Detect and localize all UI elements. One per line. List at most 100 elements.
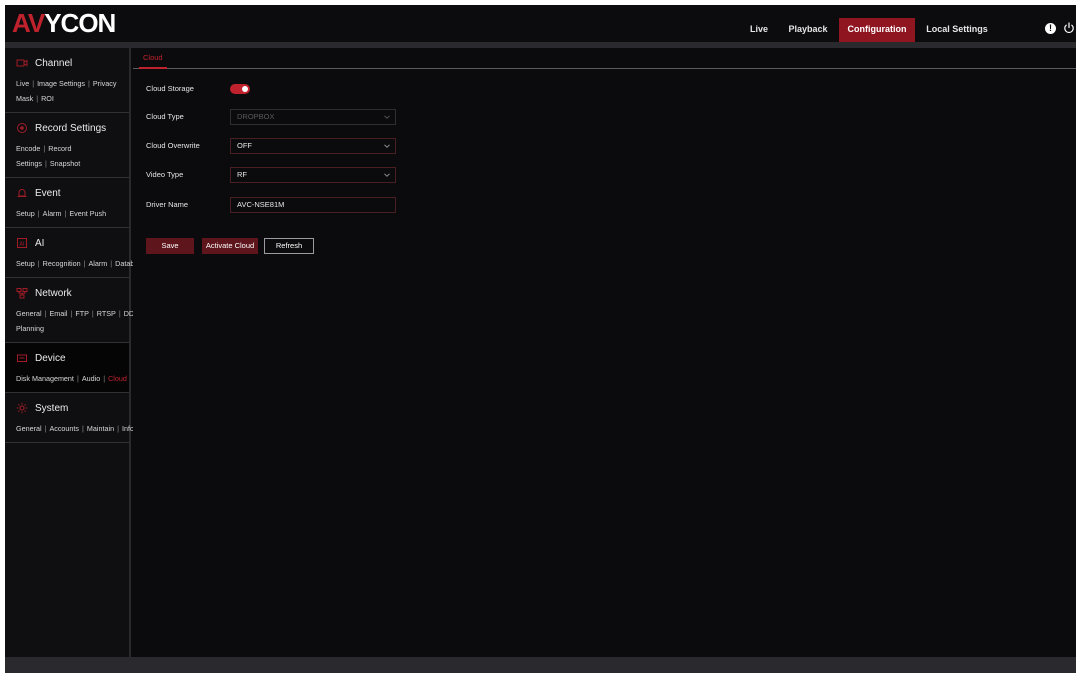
refresh-button[interactable]: Refresh [264, 238, 314, 254]
sidebar-link[interactable]: Alarm [89, 259, 108, 268]
sidebar-link[interactable]: Encode [16, 144, 40, 153]
sidebar-section-channel: Channel Live | Image Settings | Privacy Mask |… [5, 48, 129, 113]
network-icon [16, 288, 28, 299]
link-separator: | [88, 79, 90, 88]
sidebar-link[interactable]: Accounts [49, 424, 79, 433]
link-separator: | [103, 374, 106, 383]
link-separator: | [82, 424, 84, 433]
link-separator: | [44, 424, 47, 433]
cloud-type-value: DROPBOX [237, 112, 275, 121]
sidebar-section-header[interactable]: Record Settings [16, 119, 129, 137]
sidebar-section-links: Live | Image Settings | Privacy Mask | ROI [16, 76, 130, 106]
cloud-overwrite-select[interactable]: OFF [230, 138, 396, 154]
sidebar-link[interactable]: General [16, 424, 42, 433]
sidebar-section-links: Encode | Record Settings | Snapshot [16, 141, 130, 171]
link-separator: | [37, 259, 40, 268]
sidebar-link[interactable]: Snapshot [50, 159, 80, 168]
chevron-down-icon [384, 115, 390, 119]
sidebar-link[interactable]: Audio [82, 374, 100, 383]
link-separator: | [70, 309, 73, 318]
video-type-label: Video Type [146, 170, 184, 179]
link-separator: | [43, 144, 46, 153]
nav-live[interactable]: Live [739, 18, 779, 42]
sidebar-section-network: Network General|Email|FTP|RTSP|DDNS|HTTPS… [5, 278, 190, 343]
sidebar-link[interactable]: Alarm [43, 209, 62, 218]
driver-name-label: Driver Name [146, 200, 189, 209]
link-separator: | [32, 79, 35, 88]
sidebar-link[interactable]: Setup [16, 259, 35, 268]
sidebar-link[interactable]: Email [49, 309, 67, 318]
sidebar-section-title: System [35, 402, 69, 414]
record-icon [17, 123, 27, 133]
sidebar: Channel Live | Image Settings | Privacy Mask |… [5, 48, 190, 657]
camera-icon [16, 59, 28, 67]
cloud-storage-toggle[interactable] [230, 84, 250, 94]
main-panel: Cloud Cloud Storage Cloud Type DROPBOX C… [133, 48, 1076, 657]
driver-name-value: AVC-NSE81M [237, 200, 285, 209]
link-separator: | [76, 374, 79, 383]
video-type-row: Video Type RF [146, 167, 546, 183]
sidebar-section-device: Device Disk Management | Audio | Cloud [5, 343, 129, 393]
nav-playback[interactable]: Playback [783, 18, 833, 42]
activate-cloud-button[interactable]: Activate Cloud [202, 238, 258, 254]
sidebar-link[interactable]: Disk Management [16, 374, 74, 383]
sidebar-link[interactable]: Event Push [69, 209, 106, 218]
sidebar-section-links: Setup | Recognition | Alarm | Database [16, 256, 146, 271]
sidebar-section-header[interactable]: Device [16, 349, 129, 367]
tab-bar: Cloud [133, 48, 1076, 69]
tab-cloud[interactable]: Cloud [139, 48, 167, 69]
link-separator: | [91, 309, 94, 318]
sidebar-section-links: Disk Management | Audio | Cloud [16, 371, 130, 386]
sidebar-link[interactable]: FTP [75, 309, 89, 318]
video-type-value: RF [237, 170, 247, 179]
alarm-icon [17, 189, 27, 197]
link-separator: | [37, 209, 40, 218]
sidebar-link[interactable]: RTSP [97, 309, 116, 318]
sidebar-link[interactable]: General [16, 309, 42, 318]
driver-name-row: Driver Name AVC-NSE81M [146, 197, 546, 213]
link-separator: | [44, 159, 47, 168]
sidebar-section-title: AI [35, 237, 45, 249]
toggle-knob [242, 86, 248, 92]
sidebar-section-event: Event Setup | Alarm | Event Push [5, 178, 129, 228]
sidebar-link[interactable]: ROI [41, 94, 54, 103]
save-button[interactable]: Save [146, 238, 194, 254]
sidebar-link[interactable]: Setup [16, 209, 35, 218]
sidebar-section-header[interactable]: Channel [16, 54, 129, 72]
sidebar-section-header[interactable]: AI AI [16, 234, 129, 252]
link-separator: | [117, 424, 119, 433]
cloud-overwrite-label: Cloud Overwrite [146, 141, 200, 150]
sidebar-section-title: Network [35, 287, 72, 299]
sidebar-section-ai: AI AI Setup | Recognition | Alarm | Database [5, 228, 146, 278]
cloud-overwrite-value: OFF [237, 141, 252, 150]
sidebar-section-title: Device [35, 352, 66, 364]
sidebar-section-header[interactable]: System [16, 399, 129, 417]
sidebar-link[interactable]: Maintain [87, 424, 114, 433]
chevron-down-icon [384, 144, 390, 148]
cloud-storage-row: Cloud Storage [146, 81, 546, 97]
link-separator: | [83, 259, 86, 268]
sidebar-section-title: Channel [35, 57, 73, 69]
nav-local-settings[interactable]: Local Settings [921, 18, 993, 42]
sidebar-link[interactable]: Live [16, 79, 29, 88]
ai-icon: AI [17, 238, 27, 248]
link-separator: | [64, 209, 67, 218]
cloud-type-select: DROPBOX [230, 109, 396, 125]
sidebar-section-header[interactable]: Event [16, 184, 129, 202]
power-icon[interactable] [1063, 22, 1075, 34]
sidebar-link[interactable]: Image Settings [37, 79, 85, 88]
info-icon[interactable]: ! [1045, 23, 1056, 34]
sidebar-link[interactable]: Cloud [108, 374, 127, 383]
status-footer [5, 657, 1076, 673]
cloud-type-row: Cloud Type DROPBOX [146, 109, 546, 125]
cloud-type-label: Cloud Type [146, 112, 184, 121]
cloud-overwrite-row: Cloud Overwrite OFF [146, 138, 546, 154]
video-type-select[interactable]: RF [230, 167, 396, 183]
nav-configuration[interactable]: Configuration [839, 18, 915, 42]
app-window: AVYCON Live Playback Configuration Local… [5, 5, 1076, 673]
sidebar-section-header[interactable]: Network [16, 284, 129, 302]
sidebar-section-system: System General|Accounts|Maintain|Informat… [5, 393, 158, 443]
sidebar-link[interactable]: Recognition [43, 259, 81, 268]
driver-name-input[interactable]: AVC-NSE81M [230, 197, 396, 213]
device-icon [17, 354, 27, 362]
